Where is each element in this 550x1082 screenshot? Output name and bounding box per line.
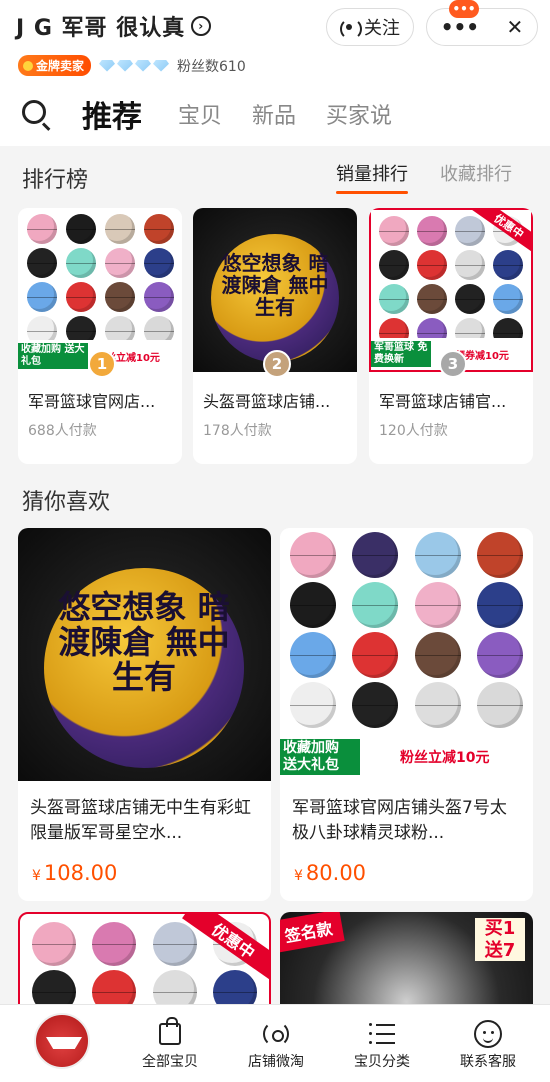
sales-count: 688人付款: [28, 423, 97, 439]
shop-nav-tabs: 推荐 宝贝 新品 买家说: [20, 92, 392, 136]
diamond-icon: [153, 59, 170, 72]
shop-info-arrow-icon[interactable]: ›: [191, 16, 212, 36]
ranking-tabs: 销量排行 收藏排行: [336, 160, 512, 194]
diamond-icon: [99, 59, 116, 72]
medal-icon: [23, 60, 33, 71]
diamond-icon: [117, 59, 134, 72]
product-name[interactable]: 头盔哥篮球店铺无中生有彩虹限量版军哥星空水...: [30, 796, 260, 846]
tab-recommend[interactable]: 推荐: [82, 92, 142, 136]
product-image[interactable]: 优惠中 军哥篮球 免费换新 领券减10元: [369, 208, 533, 372]
diamond-icon: [135, 59, 152, 72]
shop-avatar[interactable]: [34, 1013, 90, 1069]
tab-customer-service[interactable]: 联系客服: [448, 1017, 528, 1071]
tab-all-products[interactable]: 全部宝贝: [130, 1017, 210, 1071]
notification-dot: •••: [449, 0, 479, 18]
sales-count: 120人付款: [379, 423, 448, 439]
rank-medal: 1: [88, 350, 116, 378]
tab-sales-ranking[interactable]: 销量排行: [336, 160, 408, 194]
tab-favorites-ranking[interactable]: 收藏排行: [440, 160, 512, 186]
tab-products[interactable]: 宝贝: [178, 98, 222, 130]
more-button[interactable]: •••: [441, 15, 479, 39]
tab-shop-feed[interactable]: 店铺微淘: [236, 1017, 316, 1071]
broadcast-icon: [263, 1021, 289, 1047]
product-card[interactable]: 收藏加购 送大礼包 粉丝立减10元 军哥篮球官网店铺头盔7号太极八卦球精灵球粉.…: [280, 528, 533, 901]
list-icon: [369, 1023, 395, 1044]
product-image-text: 悠空想象 暗渡陳倉 無中生有: [58, 588, 230, 697]
product-name[interactable]: 头盔哥篮球店铺...: [203, 388, 349, 412]
product-card[interactable]: 悠空想象 暗渡陳倉 無中生有 头盔哥篮球店铺无中生有彩虹限量版军哥星空水... …: [18, 528, 271, 901]
close-button[interactable]: ✕: [507, 15, 524, 39]
shop-header: J G 军哥 很认真 › 金牌卖家 粉丝数610 关注 ••• ✕ ••• 推荐…: [0, 0, 550, 146]
signature-badge: 签名款: [280, 912, 345, 953]
gold-seller-badge: 金牌卖家: [18, 55, 92, 76]
product-image[interactable]: 收藏加购 送大礼包 粉丝立减10元: [280, 528, 533, 781]
tab-buyer-reviews[interactable]: 买家说: [326, 98, 392, 130]
product-card[interactable]: 优惠中: [18, 912, 271, 1012]
product-name[interactable]: 军哥篮球官网店铺头盔7号太极八卦球精灵球粉...: [292, 796, 522, 846]
product-image[interactable]: 悠空想象 暗渡陳倉 無中生有: [193, 208, 357, 372]
search-icon[interactable]: [20, 98, 52, 131]
bag-icon: [159, 1017, 181, 1045]
product-name[interactable]: 军哥篮球官网店...: [28, 388, 174, 412]
product-card[interactable]: 签名款 买1 送7: [280, 912, 533, 1012]
product-name[interactable]: 军哥篮球店铺官...: [379, 388, 525, 412]
product-image[interactable]: 收藏加购 送大礼包 粉丝立减10元: [18, 208, 182, 372]
product-price: ¥108.00: [32, 861, 118, 885]
ranking-title: 排行榜: [22, 168, 89, 193]
buy-one-get-seven-badge: 买1 送7: [475, 918, 525, 962]
bottom-tab-bar: 全部宝贝 店铺微淘 宝贝分类 联系客服: [0, 1004, 550, 1082]
fans-count: 粉丝数610: [177, 58, 246, 75]
shop-title[interactable]: J G 军哥 很认真 ›: [16, 10, 212, 42]
tab-categories[interactable]: 宝贝分类: [342, 1017, 422, 1071]
rank-medal: 2: [263, 350, 291, 378]
tab-new[interactable]: 新品: [252, 98, 296, 130]
shop-name[interactable]: J G 军哥 很认真: [16, 10, 185, 42]
guess-title: 猜你喜欢: [22, 490, 111, 515]
product-image-text: 悠空想象 暗渡陳倉 無中生有: [221, 251, 329, 319]
capsule-menu: ••• ✕: [426, 8, 538, 46]
product-image[interactable]: 悠空想象 暗渡陳倉 無中生有: [18, 528, 271, 781]
follow-button[interactable]: 关注: [326, 8, 414, 46]
promo-banner: 收藏加购 送大礼包 粉丝立减10元: [280, 733, 533, 781]
product-price: ¥80.00: [294, 861, 367, 885]
broadcast-icon: [340, 18, 362, 40]
rank-medal: 3: [439, 350, 467, 378]
ranking-card[interactable]: 优惠中 军哥篮球 免费换新 领券减10元 3 军哥篮球店铺官... 120人付款: [369, 208, 533, 464]
ranking-card[interactable]: 收藏加购 送大礼包 粉丝立减10元 1 军哥篮球官网店... 688人付款: [18, 208, 182, 464]
diamond-rating: [99, 59, 170, 72]
shop-meta: 金牌卖家 粉丝数610: [18, 55, 246, 76]
sales-count: 178人付款: [203, 423, 272, 439]
service-face-icon: [474, 1020, 502, 1048]
ranking-card[interactable]: 悠空想象 暗渡陳倉 無中生有 2 头盔哥篮球店铺... 178人付款: [193, 208, 357, 464]
